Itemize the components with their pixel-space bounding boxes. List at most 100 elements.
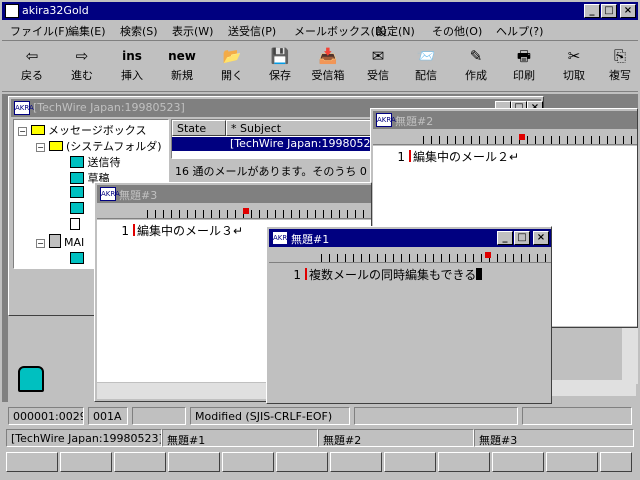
ruler-cursor-marker — [243, 208, 249, 214]
editor-window-1[interactable]: AKRA 無題#1 _ □ × 1 複数メールの同時編集もできる — [266, 226, 552, 404]
char-code: 001A — [88, 407, 128, 425]
editor-1-line: 1 複数メールの同時編集もできる — [283, 266, 483, 283]
menu-search[interactable]: 検索(S) — [120, 23, 158, 39]
menu-settings[interactable]: 設定(N) — [376, 23, 415, 39]
empty-button[interactable] — [384, 452, 436, 472]
tree-system-folder[interactable]: − (システムフォルダ) — [36, 138, 162, 154]
compose-button[interactable]: ✎ 作成 — [454, 45, 498, 89]
cut-button[interactable]: ✂ 切取 — [552, 45, 596, 89]
deliver-label: 配信 — [415, 69, 437, 82]
empty-button[interactable] — [546, 452, 598, 472]
line-number: 1 — [397, 150, 405, 164]
app-icon[interactable] — [5, 4, 19, 18]
receive-mail-icon: ✉ — [371, 47, 385, 65]
status-bar: 000001:0029 001A Modified (SJIS-CRLF-EOF… — [2, 404, 638, 428]
text-caret — [476, 268, 483, 280]
tab-untitled-3[interactable]: 無題#3 — [474, 429, 634, 447]
empty-button[interactable] — [330, 452, 382, 472]
tab-untitled-1[interactable]: 無題#1 — [162, 429, 318, 447]
menu-file[interactable]: ファイル(F) — [10, 23, 69, 39]
back-arrow-icon: ⇦ — [25, 47, 39, 65]
empty-button[interactable] — [114, 452, 166, 472]
minimize-button[interactable]: _ — [584, 4, 600, 18]
editor-1-title: 無題#1 — [291, 233, 330, 246]
tab-untitled-2[interactable]: 無題#2 — [318, 429, 474, 447]
new-label: 新規 — [171, 69, 193, 82]
right-horizontal-scrollbar[interactable] — [552, 380, 636, 396]
editor-1-minimize-button[interactable]: _ — [497, 231, 513, 245]
line-marker — [409, 150, 411, 162]
empty-button[interactable] — [600, 452, 632, 472]
copy-button[interactable]: ⎘ 複写 — [598, 45, 640, 89]
save-button[interactable]: 💾 保存 — [258, 45, 302, 89]
print-button[interactable]: 🖶 印刷 — [502, 45, 546, 89]
column-header-state[interactable]: State — [172, 120, 226, 136]
editor-1-close-button[interactable]: × — [533, 231, 549, 245]
tree-item-mailbox[interactable] — [70, 202, 84, 217]
menu-mailbox[interactable]: メールボックス(B) — [294, 23, 387, 39]
forward-label: 進む — [71, 69, 93, 82]
tree-item-mailbox[interactable] — [70, 186, 84, 201]
compose-label: 作成 — [465, 69, 487, 82]
editor-1-maximize-button[interactable]: □ — [514, 231, 530, 245]
collapse-icon[interactable]: − — [18, 127, 27, 136]
tree-item-outbox[interactable]: 送信待 — [70, 154, 121, 170]
menu-view[interactable]: 表示(W) — [172, 23, 213, 39]
editor-2-title-bar: AKRA 無題#2 — [373, 111, 637, 129]
open-button[interactable]: 📂 開く — [210, 45, 254, 89]
inbox-button[interactable]: 📥 受信箱 — [306, 45, 350, 89]
postbox-icon[interactable] — [18, 366, 44, 392]
collapse-icon[interactable]: − — [36, 143, 45, 152]
message-list[interactable]: State * Subject [TechWire Japan:19980523… — [171, 119, 372, 159]
right-vertical-scrollbar[interactable] — [622, 328, 638, 384]
maximize-button[interactable]: □ — [601, 4, 617, 18]
empty-button[interactable] — [6, 452, 58, 472]
table-row[interactable]: [TechWire Japan:19980523] — [172, 137, 370, 151]
line-text: 複数メールの同時編集もできる — [309, 268, 477, 282]
tree-mai[interactable]: − MAI — [36, 234, 84, 249]
encoding-status: Modified (SJIS-CRLF-EOF) — [190, 407, 350, 425]
editor-1-text-area[interactable]: 1 複数メールの同時編集もできる — [269, 264, 551, 402]
line-text: 編集中のメール２↵ — [413, 150, 520, 164]
insert-label: 挿入 — [121, 69, 143, 82]
open-label: 開く — [221, 69, 243, 82]
editor-1-ruler — [269, 249, 551, 263]
status-blank — [354, 407, 518, 425]
empty-button[interactable] — [168, 452, 220, 472]
line-text: 編集中のメール３↵ — [137, 224, 244, 238]
ruler-ticks — [321, 254, 551, 262]
cursor-position: 000001:0029 — [8, 407, 84, 425]
receive-button[interactable]: ✉ 受信 — [356, 45, 400, 89]
column-header-subject[interactable]: * Subject — [226, 120, 372, 136]
tab-mailbox[interactable]: [TechWire Japan:19980523] — [6, 429, 162, 447]
empty-button[interactable] — [276, 452, 328, 472]
new-icon: new — [168, 49, 196, 63]
tree-item-trash[interactable] — [70, 218, 80, 233]
menu-help[interactable]: ヘルプ(?) — [496, 23, 543, 39]
menu-other[interactable]: その他(O) — [432, 23, 482, 39]
tree-root[interactable]: − メッセージボックス — [18, 122, 146, 138]
deliver-button[interactable]: 📨 配信 — [404, 45, 448, 89]
app-title: akira32Gold — [22, 4, 89, 17]
insert-button[interactable]: ins 挿入 — [110, 45, 154, 89]
empty-button[interactable] — [60, 452, 112, 472]
floppy-save-icon: 💾 — [270, 47, 290, 65]
inbox-label: 受信箱 — [311, 69, 345, 82]
forward-arrow-icon: ⇨ — [75, 47, 89, 65]
mailbox-icon — [70, 202, 84, 214]
back-button[interactable]: ⇦ 戻る — [10, 45, 54, 89]
tree-item-mailbox[interactable] — [70, 252, 84, 267]
close-button[interactable]: × — [620, 4, 636, 18]
app-small-icon: AKRA — [100, 187, 120, 201]
forward-button[interactable]: ⇨ 進む — [60, 45, 104, 89]
empty-button[interactable] — [222, 452, 274, 472]
status-blank — [522, 407, 632, 425]
empty-button[interactable] — [492, 452, 544, 472]
new-button[interactable]: new 新規 — [160, 45, 204, 89]
menu-sendrecv[interactable]: 送受信(P) — [228, 23, 276, 39]
collapse-icon[interactable]: − — [36, 239, 45, 248]
empty-button[interactable] — [438, 452, 490, 472]
mailbox-icon — [70, 156, 84, 168]
menu-edit[interactable]: 編集(E) — [68, 23, 106, 39]
copy-icon: ⎘ — [613, 47, 626, 65]
